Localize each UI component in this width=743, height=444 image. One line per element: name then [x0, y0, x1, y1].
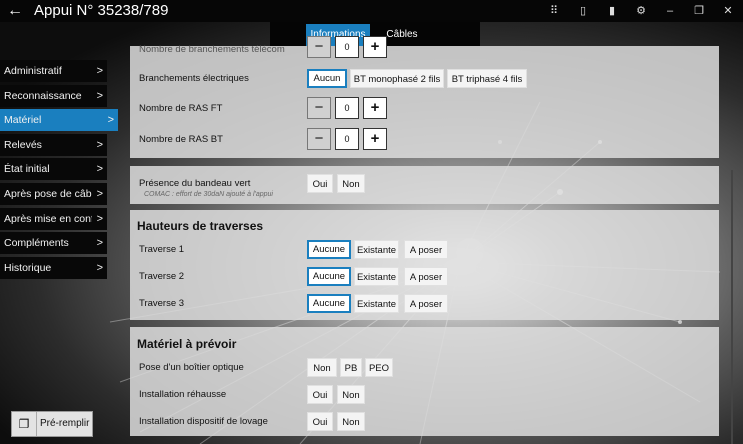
minimize-icon[interactable]: –	[661, 2, 679, 20]
vertical-scrollbar[interactable]	[731, 170, 733, 444]
ras-bt-label: Nombre de RAS BT	[139, 134, 223, 145]
pose-peo-button[interactable]: PEO	[365, 358, 393, 377]
sidebar-item-label: Administratif	[4, 65, 62, 77]
map-icon[interactable]: ▯	[574, 2, 592, 20]
traverse-2-a-poser-button[interactable]: A poser	[404, 267, 448, 286]
window-title: Appui N° 35238/789	[34, 2, 169, 19]
sidebar-item-label: Reconnaissance	[4, 89, 82, 102]
title-bar: ← Appui N° 35238/789 ⠿ ▯ ▮ ⚙ – ❐ ✕	[0, 0, 743, 22]
document-icon[interactable]: ▮	[603, 2, 621, 20]
installation-rehausse-label: Installation réhausse	[139, 389, 227, 400]
branchement-bt-tri-button[interactable]: BT triphasé 4 fils	[447, 69, 527, 88]
chevron-right-icon: >	[96, 65, 103, 77]
ras-ft-value: 0	[335, 97, 359, 119]
chevron-right-icon: >	[96, 212, 103, 225]
telecom-value: 0	[335, 36, 359, 58]
telecom-minus-button[interactable]: −	[307, 36, 331, 58]
bandeau-oui-button[interactable]: Oui	[307, 174, 333, 193]
sidebar-item-materiel[interactable]: Matériel >	[0, 109, 118, 132]
back-arrow-icon[interactable]: ←	[6, 1, 24, 21]
pose-non-button[interactable]: Non	[307, 358, 337, 377]
branchement-aucun-button[interactable]: Aucun	[307, 69, 347, 88]
sidebar-item-apres-pose-de-cable[interactable]: Après pose de câble >	[0, 182, 107, 205]
traverse-2-label: Traverse 2	[139, 271, 185, 282]
branchements-telecom-label: Nombre de branchements télécom	[139, 44, 285, 55]
traverse-1-a-poser-button[interactable]: A poser	[404, 240, 448, 259]
grid-icon[interactable]: ⠿	[545, 2, 563, 20]
panel-materiel-a-prevoir: Matériel à prévoir Pose d'un boîtier opt…	[130, 327, 719, 436]
traverse-2-aucune-button[interactable]: Aucune	[307, 267, 351, 286]
sidebar-item-label: Historique	[4, 261, 52, 274]
traverse-3-aucune-button[interactable]: Aucune	[307, 294, 351, 313]
installation-lovage-label: Installation dispositif de lovage	[139, 416, 268, 427]
telecom-plus-button[interactable]: +	[363, 36, 387, 58]
traverse-1-label: Traverse 1	[139, 244, 185, 255]
chevron-right-icon: >	[96, 89, 103, 102]
chevron-right-icon: >	[96, 138, 103, 151]
prefill-label: Pré-remplir	[40, 418, 90, 429]
chevron-right-icon: >	[96, 163, 103, 176]
ras-bt-value: 0	[335, 128, 359, 150]
sidebar-item-reconnaissance[interactable]: Reconnaissance >	[0, 84, 107, 107]
traverse-1-existante-button[interactable]: Existante	[354, 240, 399, 259]
sidebar-item-label: Relevés	[4, 138, 42, 151]
settings-icon[interactable]: ⚙	[632, 2, 650, 20]
sidebar-item-apres-mise-en-conformite[interactable]: Après mise en confor >	[0, 207, 107, 230]
restore-icon[interactable]: ❐	[690, 2, 708, 20]
sidebar-item-label: Compléments	[4, 237, 69, 250]
branchement-bt-mono-button[interactable]: BT monophasé 2 fils	[350, 69, 444, 88]
copy-icon: ❐	[12, 412, 37, 436]
chevron-right-icon: >	[96, 261, 103, 274]
materiel-a-prevoir-title: Matériel à prévoir	[137, 337, 237, 351]
pose-pb-button[interactable]: PB	[340, 358, 362, 377]
bandeau-vert-note: COMAC : effort de 30daN ajouté à l'appui	[144, 191, 273, 198]
chevron-right-icon: >	[107, 114, 114, 127]
sidebar-item-label: État initial	[4, 163, 50, 176]
sidebar-item-etat-initial[interactable]: État initial >	[0, 158, 107, 181]
close-icon[interactable]: ✕	[719, 2, 737, 20]
ras-bt-plus-button[interactable]: +	[363, 128, 387, 150]
traverse-3-label: Traverse 3	[139, 298, 185, 309]
panel-branchements: Nombre de branchements télécom − 0 + Bra…	[130, 36, 719, 158]
traverse-2-existante-button[interactable]: Existante	[354, 267, 399, 286]
bandeau-non-button[interactable]: Non	[337, 174, 365, 193]
traverse-3-existante-button[interactable]: Existante	[354, 294, 399, 313]
pose-boitier-label: Pose d'un boîtier optique	[139, 362, 244, 373]
sidebar-item-releves[interactable]: Relevés >	[0, 133, 107, 156]
branchements-electriques-label: Branchements électriques	[139, 73, 249, 84]
bandeau-vert-label: Présence du bandeau vert	[139, 178, 251, 189]
panel-hauteurs-traverses: Hauteurs de traverses Traverse 1 Aucune …	[130, 210, 719, 320]
rehausse-oui-button[interactable]: Oui	[307, 385, 333, 404]
ras-ft-minus-button[interactable]: −	[307, 97, 331, 119]
ras-ft-plus-button[interactable]: +	[363, 97, 387, 119]
hauteurs-traverses-title: Hauteurs de traverses	[137, 219, 264, 233]
prefill-button[interactable]: ❐ Pré-remplir	[11, 411, 93, 437]
ras-ft-label: Nombre de RAS FT	[139, 103, 223, 114]
sidebar-item-label: Après mise en confor	[4, 212, 92, 225]
sidebar-item-historique[interactable]: Historique >	[0, 256, 107, 279]
sidebar-item-label: Matériel	[4, 114, 42, 127]
lovage-non-button[interactable]: Non	[337, 412, 365, 431]
sidebar-item-label: Après pose de câble	[4, 187, 92, 200]
panel-bandeau-vert: Présence du bandeau vert COMAC : effort …	[130, 166, 719, 204]
sidebar-item-complements[interactable]: Compléments >	[0, 232, 107, 255]
chevron-right-icon: >	[96, 237, 103, 250]
rehausse-non-button[interactable]: Non	[337, 385, 365, 404]
sidebar: Administratif > Reconnaissance > Matérie…	[0, 60, 118, 281]
lovage-oui-button[interactable]: Oui	[307, 412, 333, 431]
traverse-1-aucune-button[interactable]: Aucune	[307, 240, 351, 259]
sidebar-item-administratif[interactable]: Administratif >	[0, 60, 107, 82]
ras-bt-minus-button[interactable]: −	[307, 128, 331, 150]
chevron-right-icon: >	[96, 187, 103, 200]
traverse-3-a-poser-button[interactable]: A poser	[404, 294, 448, 313]
